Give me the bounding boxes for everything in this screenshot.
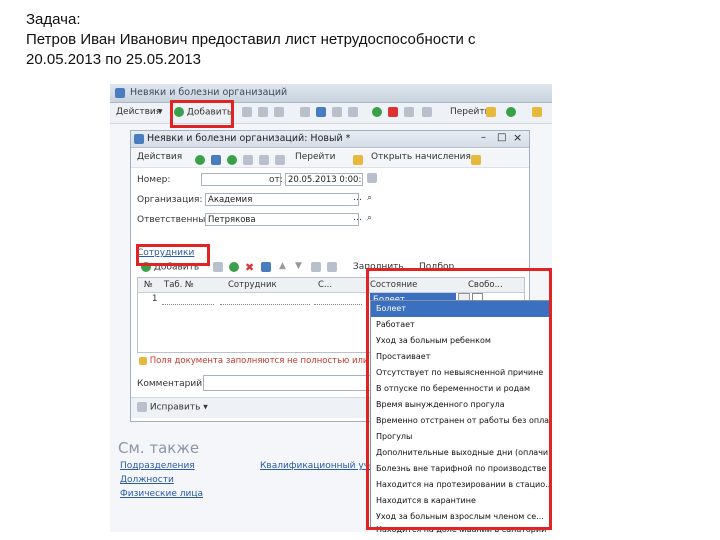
- right-scroll-area: [506, 218, 536, 234]
- structure-icon[interactable]: [316, 107, 326, 118]
- task-text: Задача: Петров Иван Иванович предоставил…: [26, 10, 476, 70]
- filter-icon[interactable]: [332, 107, 342, 118]
- delete-icon[interactable]: ✖: [245, 261, 254, 274]
- org-label: Организация:: [137, 195, 203, 205]
- responsible-label: Ответственный:: [137, 215, 215, 225]
- tab-number-cell[interactable]: [162, 295, 214, 305]
- close-icon[interactable]: ×: [513, 131, 522, 144]
- ellipsis-icon[interactable]: …: [353, 193, 362, 203]
- open-calc-button[interactable]: Открыть начисления: [371, 152, 471, 162]
- move-down-icon[interactable]: ▼: [295, 261, 302, 271]
- sort-asc-icon[interactable]: [311, 262, 321, 273]
- responsible-field[interactable]: Петрякова: [205, 213, 359, 226]
- help-icon-2[interactable]: [532, 107, 542, 118]
- fix-icon: [137, 402, 147, 412]
- delete-icon[interactable]: [274, 107, 284, 118]
- number-label: Номер:: [137, 175, 171, 185]
- column-header[interactable]: Таб. №: [164, 280, 194, 290]
- filter-off-icon[interactable]: [348, 107, 358, 118]
- link-positions[interactable]: Должности: [120, 475, 174, 485]
- fix-button[interactable]: Исправить ▾: [137, 402, 208, 413]
- copy-icon[interactable]: [213, 262, 223, 273]
- edit-icon[interactable]: [229, 262, 239, 273]
- unpost-icon[interactable]: [388, 107, 398, 118]
- org-field[interactable]: Академия: [205, 193, 359, 206]
- structure-icon[interactable]: [261, 262, 271, 273]
- document-titlebar: Неявки и болезни организаций: Новый * – …: [131, 131, 529, 148]
- see-also-title: См. также: [118, 439, 200, 457]
- link-qualification[interactable]: Квалификационный учет: [260, 461, 380, 471]
- document-toolbar: Действия Перейти Открыть начисления: [131, 149, 529, 168]
- task-heading: Задача:: [26, 11, 81, 28]
- outer-go-menu[interactable]: Перейти: [450, 107, 491, 117]
- movements-icon[interactable]: [422, 107, 432, 118]
- row-number: 1: [152, 294, 158, 304]
- copy-icon[interactable]: [242, 107, 252, 118]
- report-icon[interactable]: [404, 107, 414, 118]
- warning-text: Поля документа заполняются не полностью …: [149, 356, 388, 366]
- link-departments[interactable]: Подразделения: [120, 461, 195, 471]
- ellipsis-icon[interactable]: …: [353, 213, 362, 223]
- post-icon[interactable]: [372, 107, 382, 118]
- task-line-2: 20.05.2013 по 25.05.2013: [26, 51, 201, 68]
- column-header[interactable]: №: [144, 280, 153, 290]
- sort-desc-icon[interactable]: [327, 262, 337, 273]
- document-title: Неявки и болезни организаций: Новый *: [147, 133, 351, 144]
- fix-label: Исправить: [149, 402, 201, 413]
- highlight-employees-add: [136, 244, 210, 266]
- warning-message: Поля документа заполняются не полностью …: [139, 356, 388, 366]
- maximize-icon[interactable]: □: [497, 132, 506, 143]
- history-icon[interactable]: [300, 107, 310, 118]
- document-go-menu[interactable]: Перейти: [295, 152, 336, 162]
- edit-icon[interactable]: [258, 107, 268, 118]
- document-actions-menu[interactable]: Действия: [137, 152, 182, 162]
- document-icon: [134, 134, 144, 144]
- start-date-cell[interactable]: [314, 295, 362, 305]
- document-icon: [115, 88, 125, 98]
- minimize-icon[interactable]: –: [481, 132, 486, 143]
- outer-actions-menu[interactable]: Действия: [116, 107, 161, 117]
- help-icon[interactable]: [486, 107, 496, 118]
- calendar-icon[interactable]: [367, 173, 377, 184]
- employee-cell[interactable]: [220, 295, 310, 305]
- date-label: от:: [269, 175, 283, 185]
- comment-label: Комментарий:: [137, 379, 206, 389]
- search-icon[interactable]: ⌕: [367, 213, 372, 223]
- move-up-icon[interactable]: ▲: [279, 261, 286, 271]
- search-icon[interactable]: ⌕: [367, 193, 372, 203]
- highlight-outer-add: [170, 100, 234, 128]
- refresh-icon[interactable]: [506, 107, 516, 118]
- date-field[interactable]: 20.05.2013 0:00:00: [285, 173, 363, 186]
- outer-title: Невяки и болезни организаций: [130, 87, 288, 98]
- column-header[interactable]: Сотрудник: [228, 280, 277, 290]
- highlight-state-dropdown: [366, 268, 552, 530]
- link-individuals[interactable]: Физические лица: [120, 489, 203, 499]
- column-header[interactable]: С...: [318, 280, 332, 290]
- warning-icon: [139, 356, 147, 365]
- chevron-down-icon: ▾: [158, 107, 163, 117]
- task-line-1: Петров Иван Иванович предоставил лист не…: [26, 31, 476, 48]
